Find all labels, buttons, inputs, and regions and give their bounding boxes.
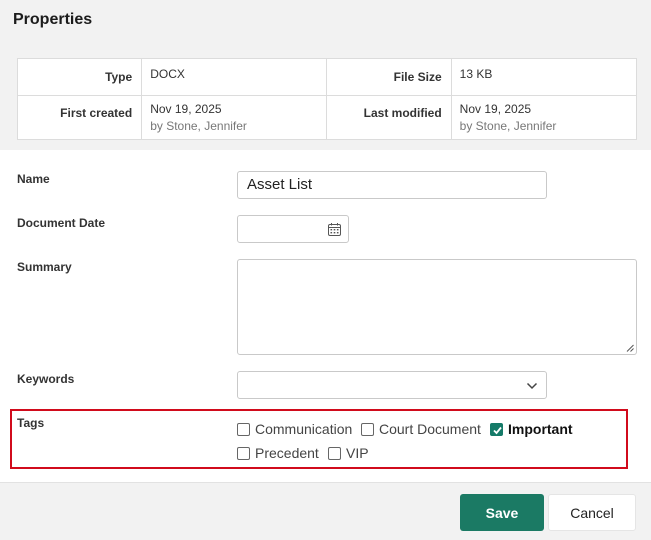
keywords-label: Keywords [17,372,75,386]
file-info-table: Type DOCX File Size 13 KB First created … [16,58,638,140]
tag-label: Precedent [255,445,319,461]
filesize-label: File Size [326,58,452,96]
calendar-icon[interactable] [328,223,341,236]
created-by: by Stone, Jennifer [150,119,247,133]
dialog-footer: Save Cancel [0,482,651,540]
checkmark-icon [493,426,502,434]
checkbox[interactable] [237,446,250,460]
cancel-button[interactable]: Cancel [548,494,636,531]
filesize-value: 13 KB [450,58,638,96]
tag-label: Court Document [379,421,481,437]
checkbox-checked[interactable] [490,422,503,436]
dialog-header: Properties Type DOCX File Size 13 KB Fir… [0,0,651,150]
created-value: Nov 19, 2025 by Stone, Jennifer [141,95,328,140]
modified-value: Nov 19, 2025 by Stone, Jennifer [450,95,638,140]
tags-highlight-frame [10,409,628,469]
tag-vip[interactable]: VIP [328,445,369,461]
resize-handle-icon[interactable] [626,344,634,352]
dialog-title: Properties [13,11,93,28]
keywords-select[interactable] [237,371,547,399]
type-value: DOCX [141,58,328,96]
properties-dialog: Properties Type DOCX File Size 13 KB Fir… [0,0,651,540]
created-label: First created [16,95,143,140]
summary-label: Summary [17,260,72,274]
document-date-input[interactable] [237,215,349,243]
tags-label: Tags [17,416,45,430]
summary-textarea[interactable] [237,259,637,355]
save-button[interactable]: Save [460,494,544,531]
checkbox[interactable] [237,422,250,436]
checkbox[interactable] [361,422,374,436]
checkbox[interactable] [328,446,341,460]
tag-label: Communication [255,421,353,437]
modified-date: Nov 19, 2025 [459,102,532,116]
type-label: Type [16,58,143,96]
properties-form: Name Asset List Document Date Summary Ke… [0,150,651,482]
tag-communication[interactable]: Communication [237,421,352,437]
tag-court-document[interactable]: Court Document [361,421,481,437]
tag-important[interactable]: Important [490,421,573,437]
document-date-label: Document Date [17,216,106,230]
modified-by: by Stone, Jennifer [459,119,557,133]
name-input[interactable]: Asset List [237,171,547,199]
created-date: Nov 19, 2025 [150,102,222,116]
chevron-down-icon[interactable] [526,380,538,392]
tag-label: Important [508,421,573,437]
name-label: Name [17,172,50,186]
tag-precedent[interactable]: Precedent [237,445,319,461]
tag-label: VIP [346,445,369,461]
modified-label: Last modified [326,95,452,140]
